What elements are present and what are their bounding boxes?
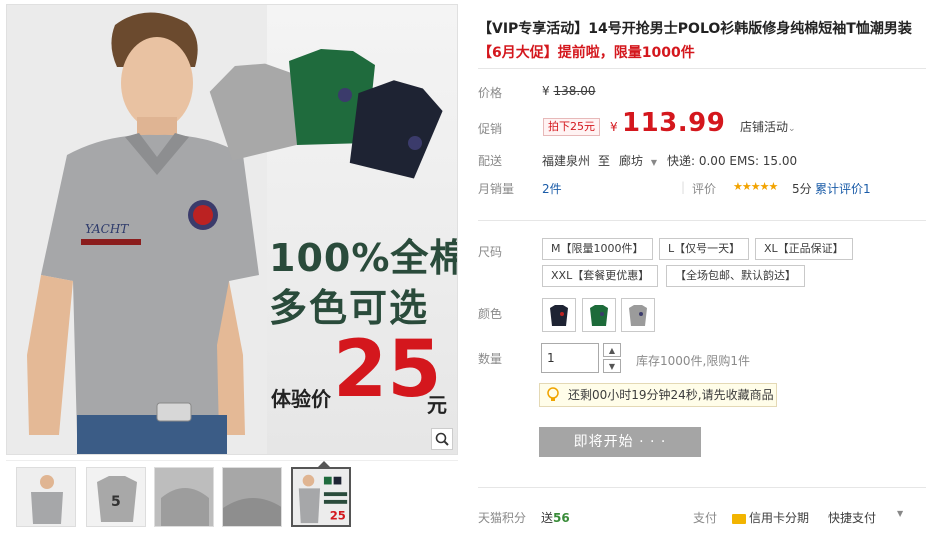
credit-card-icon — [732, 513, 746, 524]
color-swatch-navy[interactable] — [542, 298, 576, 332]
lightbulb-icon — [546, 387, 560, 410]
chevron-down-icon: ⌄ — [788, 124, 796, 134]
quantity-increase-button[interactable]: ▲ — [603, 343, 621, 357]
tmall-points-value: 56 — [553, 511, 570, 525]
thumbnail-1[interactable] — [16, 467, 76, 527]
shipping-destination-select[interactable]: 廊坊 ▼ — [619, 152, 657, 169]
divider — [478, 487, 926, 488]
shop-event-dropdown[interactable]: 店铺活动⌄ — [740, 118, 796, 135]
rating-label: 评价 — [692, 182, 717, 196]
color-swatch-gray[interactable] — [621, 298, 655, 332]
countdown-notice: 还剩00小时19分钟24秒,请先收藏商品 — [539, 383, 777, 407]
thumbnail-2[interactable]: 5 — [86, 467, 146, 527]
quantity-decrease-button[interactable]: ▼ — [603, 359, 621, 373]
payment-label: 支付 — [693, 511, 718, 525]
original-price: ¥ 138.00 — [542, 84, 595, 98]
thumbnail-strip: 5 25 — [6, 460, 458, 538]
size-option-m[interactable]: M【限量1000件】 — [542, 238, 653, 260]
thumbnail-4[interactable] — [222, 467, 282, 527]
credit-card-installment-label: 信用卡分期 — [749, 511, 810, 525]
shop-event-label: 店铺活动 — [740, 120, 789, 134]
tmall-points-prefix: 送 — [541, 511, 554, 525]
shipping-destination: 廊坊 — [619, 154, 644, 168]
main-product-image[interactable]: YACHT 100%全棉 多色可选 体验价 25 元 — [6, 4, 458, 455]
original-price-yen: ¥ — [542, 84, 550, 98]
promo-colors-text: 多色可选 — [269, 286, 430, 330]
svg-text:5: 5 — [111, 494, 121, 510]
monthly-sales-count: 2件 — [542, 182, 562, 196]
shipping-to-word: 至 — [598, 154, 611, 168]
size-label: 尺码 — [478, 245, 503, 259]
size-option-xl[interactable]: XL【正品保证】 — [755, 238, 853, 260]
quick-pay[interactable]: 快捷支付 — [828, 509, 876, 526]
divider — [478, 68, 926, 69]
sales-divider: | — [681, 180, 686, 194]
payment-more-caret-icon[interactable]: ▼ — [897, 509, 903, 518]
divider — [478, 220, 926, 221]
shirt-lineup-image — [209, 49, 443, 179]
stock-info: 库存1000件,限购1件 — [636, 354, 750, 368]
rating-score: 5分 — [792, 182, 812, 196]
color-swatch-green[interactable] — [582, 298, 616, 332]
countdown-text: 还剩00小时19分钟24秒,请先收藏商品 — [568, 388, 774, 402]
svg-text:25: 25 — [330, 508, 346, 522]
promo-cotton-text: 100%全棉 — [269, 236, 458, 280]
zoom-icon[interactable] — [431, 428, 453, 450]
size-option-bundle[interactable]: 【全场包邮、默认韵达】 — [666, 265, 805, 287]
shirt-logo-text: YACHT — [85, 222, 129, 236]
promo-price-value: 25 — [333, 325, 442, 415]
thumbnail-5[interactable]: 25 — [291, 467, 351, 527]
tmall-points-label: 天猫积分 — [478, 511, 527, 525]
price-label: 价格 — [478, 86, 503, 100]
coming-soon-button[interactable]: 即将开始 · · · — [539, 427, 701, 457]
size-option-l[interactable]: L【仅号一天】 — [659, 238, 750, 260]
tmall-points: 送56 — [541, 509, 570, 526]
thumbnail-3[interactable] — [154, 467, 214, 527]
caret-down-icon: ▼ — [650, 158, 657, 167]
promo-price: 113.99 — [622, 108, 726, 138]
product-subtitle: 【6月大促】提前啦，限量1000件 — [478, 45, 695, 61]
product-title: 【VIP专享活动】14号开抢男士POLO衫韩版修身纯棉短袖T恤潮男装 — [478, 21, 912, 37]
quantity-input[interactable]: 1 — [541, 343, 599, 373]
shipping-fees: 快递: 0.00 EMS: 15.00 — [667, 154, 798, 168]
promo-price-unit: 元 — [427, 393, 447, 417]
size-option-xxl[interactable]: XXL【套餐更优惠】 — [542, 265, 659, 287]
shipping-label: 配送 — [478, 154, 503, 168]
color-label: 颜色 — [478, 307, 503, 321]
promo-badge: 拍下25元 — [543, 118, 600, 136]
promo-price-yen: ¥ — [610, 120, 618, 134]
monthly-sales-label: 月销量 — [478, 182, 515, 196]
original-price-value: 138.00 — [553, 84, 596, 98]
total-reviews-link[interactable]: 累计评价1 — [815, 180, 871, 197]
promo-price-label: 体验价 — [271, 387, 331, 411]
promo-label: 促销 — [478, 122, 503, 136]
quantity-label: 数量 — [478, 352, 503, 366]
credit-card-installment[interactable]: 信用卡分期 — [732, 509, 809, 526]
rating-stars-icon: ★★★★★ — [733, 180, 778, 193]
shipping-from: 福建泉州 — [542, 154, 591, 168]
